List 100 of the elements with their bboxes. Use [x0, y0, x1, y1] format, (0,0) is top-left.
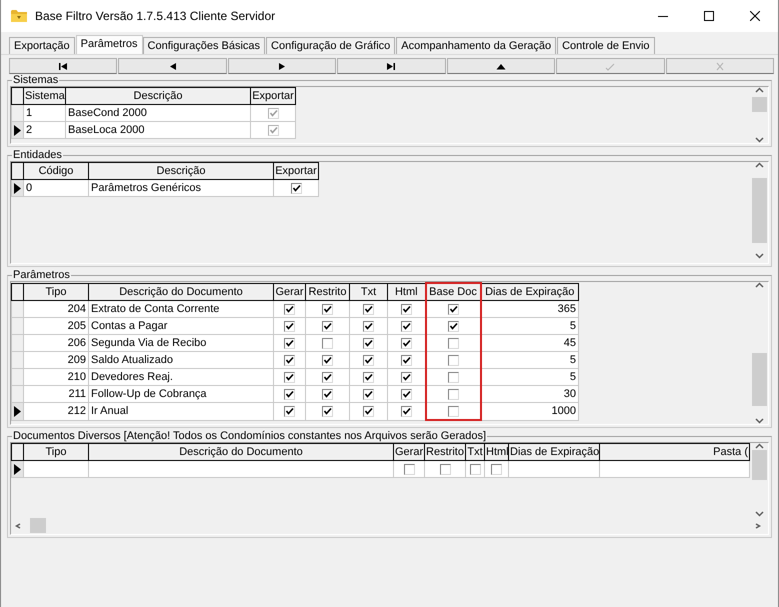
table-cell: 1	[26, 107, 32, 119]
navigator-button[interactable]	[118, 58, 227, 74]
checkbox[interactable]	[400, 338, 412, 349]
vertical-scrollbar[interactable]	[751, 443, 768, 517]
checkbox[interactable]	[363, 320, 374, 332]
tab[interactable]: Acompanhamento da Geração	[396, 37, 556, 54]
row-indicator[interactable]	[12, 460, 24, 478]
column-header[interactable]: Txt	[466, 444, 484, 460]
chevron-down-icon[interactable]	[755, 252, 764, 259]
checkbox[interactable]	[284, 320, 295, 332]
checkbox[interactable]	[284, 372, 295, 383]
scroll-thumb[interactable]	[752, 178, 767, 243]
checkbox[interactable]	[363, 354, 374, 366]
checkbox[interactable]	[284, 354, 295, 366]
column-header[interactable]: Tipo	[24, 444, 88, 460]
navigator-button[interactable]	[228, 58, 336, 74]
checkbox[interactable]	[322, 406, 333, 417]
row-indicator[interactable]	[12, 300, 24, 318]
checkbox[interactable]	[322, 320, 333, 332]
checkbox[interactable]	[363, 304, 374, 315]
scroll-thumb[interactable]	[752, 96, 767, 112]
chevron-up-icon[interactable]	[755, 162, 764, 168]
checkbox[interactable]	[322, 388, 333, 400]
checkbox[interactable]	[290, 182, 302, 194]
vertical-scrollbar[interactable]	[751, 87, 768, 143]
checkbox[interactable]	[491, 464, 502, 475]
checkbox[interactable]	[284, 406, 295, 417]
checkbox[interactable]	[284, 388, 295, 400]
column-header[interactable]: Descrição do Documento	[88, 283, 274, 300]
tab[interactable]: Exportação	[9, 37, 75, 54]
checkbox[interactable]	[400, 320, 412, 332]
tab[interactable]: Controle de Envio	[557, 37, 655, 54]
navigator-button[interactable]	[337, 58, 446, 74]
column-header[interactable]: Pasta (	[600, 444, 750, 460]
column-header[interactable]: Html	[388, 283, 426, 300]
checkbox[interactable]	[448, 372, 458, 383]
tab[interactable]: Parâmetros	[76, 35, 143, 54]
column-header[interactable]: Dias de Expiração	[508, 444, 600, 460]
scroll-thumb[interactable]	[30, 518, 46, 533]
checkbox[interactable]	[322, 354, 333, 366]
column-header[interactable]: Descrição	[66, 88, 250, 104]
data-grid[interactable]: Tipo Descrição do Documento Gerar Restrito Txt Html Dias de Expiração Pasta (	[10, 442, 769, 535]
column-header[interactable]: Restrito	[306, 283, 350, 300]
checkbox[interactable]	[322, 304, 333, 315]
scroll-thumb[interactable]	[752, 450, 767, 480]
chevron-down-icon[interactable]	[755, 511, 764, 517]
column-header[interactable]: Gerar	[394, 444, 424, 460]
column-header[interactable]: Html	[484, 444, 508, 460]
row-indicator[interactable]	[12, 180, 24, 196]
data-grid[interactable]: Sistema Descrição Exportar 1 BaseCond 2000 2 BaseLoca 2000	[10, 86, 769, 144]
chevron-up-icon[interactable]	[755, 443, 764, 449]
column-header[interactable]: Exportar	[274, 162, 318, 180]
checkbox[interactable]	[400, 354, 412, 366]
checkbox[interactable]	[284, 338, 295, 349]
checkbox[interactable]	[404, 464, 414, 475]
chevron-up-icon[interactable]	[755, 87, 764, 93]
checkbox[interactable]	[440, 464, 450, 475]
chevron-down-icon[interactable]	[755, 137, 764, 143]
tab[interactable]: Configurações Básicas	[142, 37, 266, 54]
checkbox[interactable]	[363, 372, 374, 383]
checkbox[interactable]	[400, 372, 412, 383]
navigator-button[interactable]	[9, 58, 118, 74]
column-header[interactable]: Dias de Expiração	[480, 283, 578, 300]
column-header[interactable]: Txt	[350, 283, 388, 300]
column-header[interactable]: Restrito	[424, 444, 466, 460]
checkbox[interactable]	[322, 372, 333, 383]
checkbox[interactable]	[400, 388, 412, 400]
checkbox[interactable]	[400, 304, 412, 315]
checkbox[interactable]	[470, 464, 480, 475]
checkbox[interactable]	[400, 406, 412, 417]
checkbox[interactable]	[284, 304, 295, 315]
checkbox[interactable]	[448, 320, 458, 332]
checkbox[interactable]	[363, 406, 374, 417]
row-indicator[interactable]	[12, 402, 24, 420]
checkbox[interactable]	[363, 338, 374, 349]
chevron-up-icon[interactable]	[755, 282, 764, 288]
vertical-scrollbar[interactable]	[751, 282, 768, 424]
column-header[interactable]: Código	[24, 162, 88, 180]
data-grid[interactable]: Código Descrição Exportar 0 Parâmetros Genéricos	[10, 161, 769, 264]
checkbox[interactable]	[363, 388, 374, 400]
navigator-button[interactable]	[446, 58, 556, 74]
checkbox[interactable]	[448, 304, 458, 315]
column-header[interactable]: Descrição do Documento	[88, 444, 394, 460]
column-header[interactable]: Tipo	[24, 283, 88, 300]
column-header[interactable]: Base Doc	[426, 283, 480, 300]
checkbox[interactable]	[322, 338, 333, 349]
checkbox[interactable]	[448, 406, 458, 417]
checkbox[interactable]	[448, 338, 458, 349]
checkbox[interactable]	[448, 354, 458, 366]
column-header[interactable]: Exportar	[250, 88, 296, 104]
tab[interactable]: Configuração de Gráfico	[266, 37, 396, 54]
column-header[interactable]: Gerar	[274, 283, 306, 300]
table-cell: Segunda Via de Recibo	[91, 337, 206, 349]
chevron-down-icon[interactable]	[755, 418, 764, 424]
row-indicator[interactable]	[12, 122, 24, 138]
scroll-thumb[interactable]	[752, 353, 767, 406]
column-header[interactable]: Descrição	[88, 162, 274, 180]
row-indicator[interactable]	[12, 104, 24, 122]
checkbox[interactable]	[448, 388, 458, 400]
column-header[interactable]: Sistema	[24, 88, 66, 104]
